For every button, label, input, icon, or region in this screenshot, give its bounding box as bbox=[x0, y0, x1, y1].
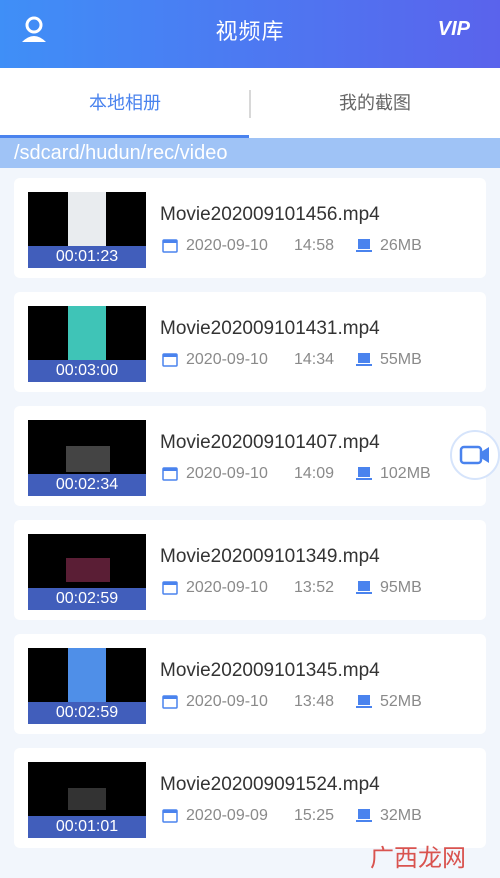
video-name: Movie202009101431.mp4 bbox=[160, 318, 380, 339]
video-thumbnail[interactable]: 00:02:59 bbox=[28, 648, 146, 724]
duration-label: 00:02:59 bbox=[28, 588, 146, 610]
video-date: 2020-09-10 bbox=[186, 579, 268, 596]
storage-icon bbox=[356, 695, 372, 708]
calendar-icon bbox=[162, 239, 178, 253]
video-name: Movie202009091524.mp4 bbox=[160, 774, 380, 795]
thumbnail-image bbox=[68, 192, 106, 246]
list-item[interactable]: 00:01:23 Movie202009101456.mp4 2020-09-1… bbox=[14, 178, 486, 278]
calendar-icon bbox=[162, 695, 178, 709]
calendar-icon bbox=[162, 809, 178, 823]
storage-icon bbox=[356, 581, 372, 594]
video-size: 95MB bbox=[380, 579, 422, 596]
storage-icon bbox=[356, 353, 372, 366]
storage-icon bbox=[356, 809, 372, 822]
video-date: 2020-09-10 bbox=[186, 237, 268, 254]
duration-label: 00:02:59 bbox=[28, 702, 146, 724]
video-size: 32MB bbox=[380, 807, 422, 824]
top-app-bar: 视频库 VIP bbox=[0, 0, 500, 68]
list-item[interactable]: 00:02:59 Movie202009101349.mp4 2020-09-1… bbox=[14, 520, 486, 620]
thumbnail-image bbox=[68, 788, 106, 810]
vip-button[interactable]: VIP bbox=[438, 18, 470, 41]
list-item[interactable]: 00:03:00 Movie202009101431.mp4 2020-09-1… bbox=[14, 292, 486, 392]
video-time: 13:48 bbox=[294, 693, 335, 710]
calendar-icon bbox=[162, 581, 178, 595]
duration-label: 00:01:01 bbox=[28, 816, 146, 838]
calendar-icon bbox=[162, 467, 178, 481]
video-thumbnail[interactable]: 00:01:01 bbox=[28, 762, 146, 838]
video-date: 2020-09-10 bbox=[186, 351, 268, 368]
video-time: 15:25 bbox=[294, 807, 335, 824]
folder-path: /sdcard/hudun/rec/video bbox=[0, 138, 500, 168]
video-size: 102MB bbox=[380, 465, 431, 482]
video-time: 13:52 bbox=[294, 579, 335, 596]
thumbnail-image bbox=[66, 558, 110, 582]
storage-icon bbox=[356, 467, 372, 480]
thumbnail-image bbox=[68, 306, 106, 360]
video-thumbnail[interactable]: 00:02:59 bbox=[28, 534, 146, 610]
video-date: 2020-09-10 bbox=[186, 465, 268, 482]
duration-label: 00:02:34 bbox=[28, 474, 146, 496]
tab-bar: 本地相册 我的截图 bbox=[0, 68, 500, 138]
video-time: 14:09 bbox=[294, 465, 335, 482]
list-item[interactable]: 00:02:34 Movie202009101407.mp4 2020-09-1… bbox=[14, 406, 486, 506]
video-thumbnail[interactable]: 00:02:34 bbox=[28, 420, 146, 496]
video-date: 2020-09-09 bbox=[186, 807, 268, 824]
video-time: 14:58 bbox=[294, 237, 335, 254]
thumbnail-image bbox=[66, 446, 110, 472]
video-name: Movie202009101456.mp4 bbox=[160, 204, 380, 225]
thumbnail-image bbox=[68, 648, 106, 702]
video-name: Movie202009101407.mp4 bbox=[160, 432, 380, 453]
tab-my-screenshots[interactable]: 我的截图 bbox=[250, 68, 500, 138]
video-time: 14:34 bbox=[294, 351, 335, 368]
video-thumbnail[interactable]: 00:01:23 bbox=[28, 192, 146, 268]
page-title: 视频库 bbox=[215, 19, 285, 44]
video-size: 26MB bbox=[380, 237, 422, 254]
calendar-icon bbox=[162, 353, 178, 367]
watermark-text: 广西龙网 bbox=[370, 845, 466, 872]
list-item[interactable]: 00:01:01 Movie202009091524.mp4 2020-09-0… bbox=[14, 748, 486, 848]
video-size: 55MB bbox=[380, 351, 422, 368]
video-camera-icon bbox=[459, 445, 489, 465]
video-thumbnail[interactable]: 00:03:00 bbox=[28, 306, 146, 382]
duration-label: 00:01:23 bbox=[28, 246, 146, 268]
video-name: Movie202009101345.mp4 bbox=[160, 660, 380, 681]
video-name: Movie202009101349.mp4 bbox=[160, 546, 380, 567]
record-button[interactable] bbox=[450, 430, 500, 480]
list-item[interactable]: 00:02:59 Movie202009101345.mp4 2020-09-1… bbox=[14, 634, 486, 734]
video-size: 52MB bbox=[380, 693, 422, 710]
storage-icon bbox=[356, 239, 372, 252]
duration-label: 00:03:00 bbox=[28, 360, 146, 382]
tab-local-album[interactable]: 本地相册 bbox=[0, 68, 250, 138]
video-date: 2020-09-10 bbox=[186, 693, 268, 710]
